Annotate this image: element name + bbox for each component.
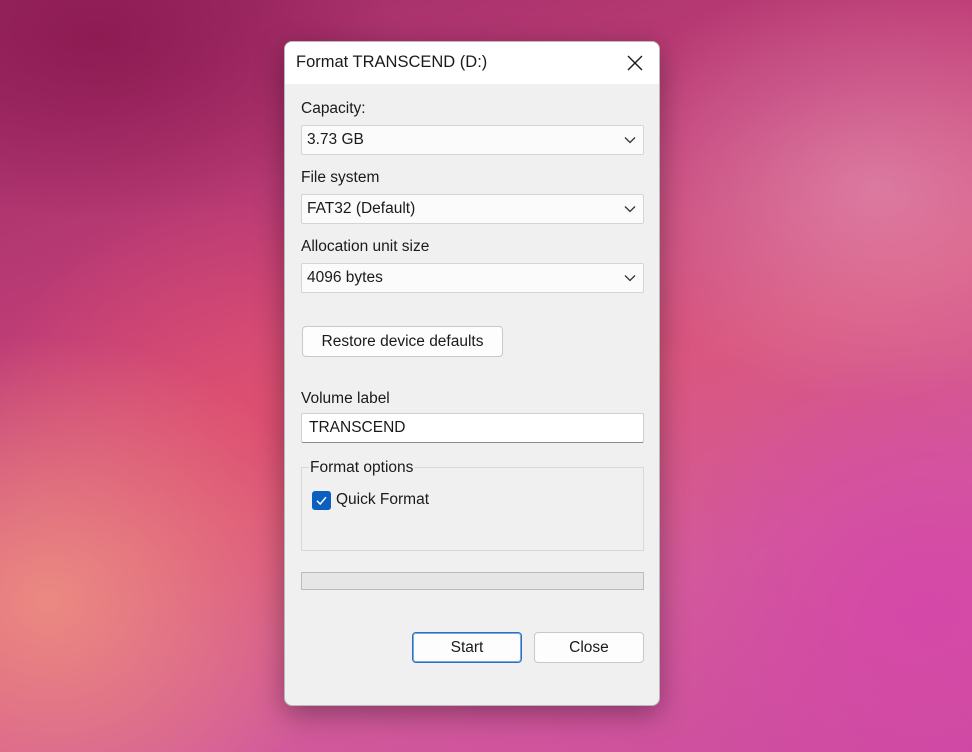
format-options-group	[301, 467, 644, 551]
close-button[interactable]: Close	[534, 632, 644, 663]
chevron-down-icon	[624, 137, 636, 144]
allocation-unit-label: Allocation unit size	[301, 238, 430, 255]
format-options-title: Format options	[309, 459, 415, 477]
file-system-dropdown[interactable]: FAT32 (Default)	[301, 194, 644, 224]
volume-label-label: Volume label	[301, 390, 390, 407]
checkmark-icon	[316, 496, 327, 506]
title-bar: Format TRANSCEND (D:)	[285, 42, 659, 84]
allocation-unit-value: 4096 bytes	[307, 269, 383, 286]
format-progress-bar	[301, 572, 644, 590]
file-system-label: File system	[301, 169, 380, 186]
dialog-title: Format TRANSCEND (D:)	[296, 53, 488, 71]
start-button[interactable]: Start	[412, 632, 522, 663]
file-system-value: FAT32 (Default)	[307, 200, 416, 217]
chevron-down-icon	[624, 206, 636, 213]
restore-defaults-button[interactable]: Restore device defaults	[302, 326, 503, 357]
format-dialog: Format TRANSCEND (D:) Capacity: 3.73 GB …	[284, 41, 660, 706]
capacity-value: 3.73 GB	[307, 131, 364, 148]
allocation-unit-dropdown[interactable]: 4096 bytes	[301, 263, 644, 293]
volume-label-input[interactable]: TRANSCEND	[301, 413, 644, 443]
capacity-label: Capacity:	[301, 100, 366, 117]
close-icon	[627, 55, 643, 71]
quick-format-label[interactable]: Quick Format	[336, 491, 429, 509]
close-window-button[interactable]	[617, 46, 653, 80]
capacity-dropdown[interactable]: 3.73 GB	[301, 125, 644, 155]
quick-format-checkbox[interactable]	[312, 491, 331, 510]
volume-label-value: TRANSCEND	[309, 419, 406, 436]
chevron-down-icon	[624, 275, 636, 282]
